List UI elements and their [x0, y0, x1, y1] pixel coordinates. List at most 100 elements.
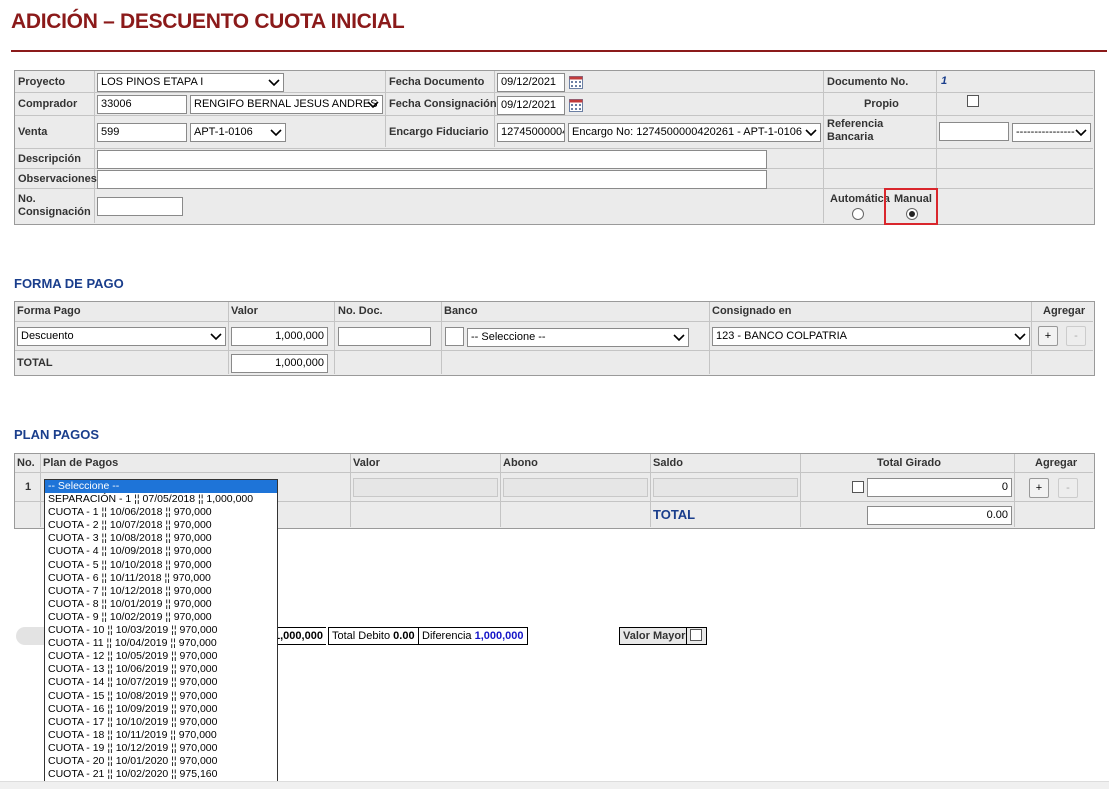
plan-valor-field	[353, 478, 498, 497]
grid-line	[94, 71, 95, 223]
chevron-down-icon	[367, 101, 379, 109]
col-consignado: Consignado en	[712, 305, 792, 317]
propio-checkbox[interactable]	[967, 95, 979, 107]
col-forma-pago: Forma Pago	[17, 305, 81, 317]
plan-total-label: TOTAL	[653, 507, 696, 522]
col-no-doc: No. Doc.	[338, 305, 383, 317]
grid-line	[228, 302, 229, 374]
grid-line	[800, 454, 801, 527]
col-banco: Banco	[444, 305, 478, 317]
row-number: 1	[25, 481, 32, 493]
consignado-select[interactable]: 123 - BANCO COLPATRIA	[712, 327, 1030, 346]
comprador-select[interactable]: RENGIFO BERNAL JESUS ANDRES	[190, 95, 383, 114]
calendar-icon[interactable]	[569, 75, 583, 89]
proyecto-select[interactable]: LOS PINOS ETAPA I	[97, 73, 284, 92]
col-no: No.	[17, 457, 35, 469]
dropdown-option[interactable]: CUOTA - 4 ¦¦ 10/09/2018 ¦¦ 970,000	[45, 545, 277, 558]
encargo-select[interactable]: Encargo No: 1274500000420261 - APT-1-010…	[568, 123, 821, 142]
proyecto-value: LOS PINOS ETAPA I	[101, 76, 204, 88]
remove-plan-button[interactable]: -	[1058, 478, 1078, 498]
banco-code-input[interactable]	[445, 327, 464, 346]
grid-line	[15, 472, 1093, 473]
documento-label: Documento No.	[827, 76, 909, 88]
referencia-select[interactable]: ----------------	[1012, 123, 1091, 142]
divider	[686, 627, 687, 645]
diferencia-value: 1,000,000	[474, 630, 524, 642]
total-credito: 1,000,000	[270, 627, 326, 645]
grid-line	[15, 148, 1093, 149]
encargo-input[interactable]: 1274500000420261	[497, 123, 565, 142]
comprador-id-input[interactable]: 33006	[97, 95, 187, 114]
dropdown-option[interactable]: CUOTA - 20 ¦¦ 10/01/2020 ¦¦ 970,000	[45, 755, 277, 768]
dropdown-option[interactable]: CUOTA - 21 ¦¦ 10/02/2020 ¦¦ 975,160	[45, 768, 277, 781]
dropdown-option[interactable]: CUOTA - 6 ¦¦ 10/11/2018 ¦¦ 970,000	[45, 572, 277, 585]
dropdown-option[interactable]: CUOTA - 7 ¦¦ 10/12/2018 ¦¦ 970,000	[45, 585, 277, 598]
fecha-documento-label: Fecha Documento	[389, 76, 485, 88]
dropdown-option[interactable]: CUOTA - 8 ¦¦ 10/01/2019 ¦¦ 970,000	[45, 598, 277, 611]
dropdown-option[interactable]: CUOTA - 11 ¦¦ 10/04/2019 ¦¦ 970,000	[45, 637, 277, 650]
venta-id-input[interactable]: 599	[97, 123, 187, 142]
grid-line	[334, 302, 335, 374]
banco-select[interactable]: -- Seleccione --	[467, 328, 689, 347]
dropdown-option[interactable]: CUOTA - 19 ¦¦ 10/12/2019 ¦¦ 970,000	[45, 742, 277, 755]
dropdown-option[interactable]: -- Seleccione --	[45, 480, 277, 494]
dropdown-option[interactable]: CUOTA - 16 ¦¦ 10/09/2019 ¦¦ 970,000	[45, 703, 277, 716]
col-agregar: Agregar	[1035, 457, 1078, 469]
total-debito-value: 0.00	[393, 630, 415, 642]
calendar-icon[interactable]	[569, 98, 583, 112]
col-valor: Valor	[231, 305, 258, 317]
remove-payment-button[interactable]: -	[1066, 326, 1086, 346]
grid-line	[385, 71, 386, 147]
valor-mayor-checkbox[interactable]	[690, 629, 702, 641]
dropdown-option[interactable]: CUOTA - 12 ¦¦ 10/05/2019 ¦¦ 970,000	[45, 650, 277, 663]
col-agregar: Agregar	[1043, 305, 1086, 317]
descripcion-input[interactable]	[97, 150, 767, 169]
comprador-name: RENGIFO BERNAL JESUS ANDRES	[194, 98, 378, 110]
dropdown-option[interactable]: CUOTA - 10 ¦¦ 10/03/2019 ¦¦ 970,000	[45, 624, 277, 637]
automatica-radio[interactable]	[852, 208, 864, 220]
dropdown-option[interactable]: CUOTA - 9 ¦¦ 10/02/2019 ¦¦ 970,000	[45, 611, 277, 624]
encargo-select-value: Encargo No: 1274500000420261 - APT-1-010…	[572, 126, 802, 138]
dropdown-option[interactable]: CUOTA - 15 ¦¦ 10/08/2019 ¦¦ 970,000	[45, 690, 277, 703]
add-payment-button[interactable]: +	[1038, 326, 1058, 346]
col-saldo: Saldo	[653, 457, 683, 469]
consignacion-input[interactable]	[97, 197, 183, 216]
plan-saldo-field	[653, 478, 798, 497]
diferencia-label: Diferencia	[422, 630, 472, 642]
total-girado-checkbox[interactable]	[852, 481, 864, 493]
dropdown-option[interactable]: CUOTA - 13 ¦¦ 10/06/2019 ¦¦ 970,000	[45, 663, 277, 676]
valor-input[interactable]: 1,000,000	[231, 327, 328, 346]
dropdown-option[interactable]: CUOTA - 1 ¦¦ 10/06/2018 ¦¦ 970,000	[45, 506, 277, 519]
grid-line	[650, 454, 651, 527]
referencia-input[interactable]	[939, 122, 1009, 141]
total-girado-input[interactable]: 0	[867, 478, 1012, 497]
fecha-documento-input[interactable]: 09/12/2021	[497, 73, 565, 92]
grid-line	[1014, 454, 1015, 527]
plan-abono-field	[503, 478, 648, 497]
consignacion-label: No. Consignación	[18, 193, 91, 218]
forma-pago-total: 1,000,000	[231, 354, 328, 373]
grid-line	[15, 92, 1093, 93]
plan-total-value: 0.00	[867, 506, 1012, 525]
add-plan-button[interactable]: +	[1029, 478, 1049, 498]
fecha-consignacion-input[interactable]: 09/12/2021	[497, 96, 565, 115]
dropdown-option[interactable]: CUOTA - 5 ¦¦ 10/10/2018 ¦¦ 970,000	[45, 559, 277, 572]
venta-apt-select[interactable]: APT-1-0106	[190, 123, 286, 142]
dropdown-option[interactable]: CUOTA - 2 ¦¦ 10/07/2018 ¦¦ 970,000	[45, 519, 277, 532]
dropdown-option[interactable]: CUOTA - 17 ¦¦ 10/10/2019 ¦¦ 970,000	[45, 716, 277, 729]
col-plan: Plan de Pagos	[43, 457, 119, 469]
forma-pago-select[interactable]: Descuento	[17, 327, 226, 346]
no-doc-input[interactable]	[338, 327, 431, 346]
dropdown-option[interactable]: CUOTA - 14 ¦¦ 10/07/2019 ¦¦ 970,000	[45, 676, 277, 689]
fecha-consignacion-label: Fecha Consignación	[389, 98, 497, 110]
venta-label: Venta	[18, 126, 48, 138]
dropdown-option[interactable]: SEPARACIÓN - 1 ¦¦ 07/05/2018 ¦¦ 1,000,00…	[45, 493, 277, 506]
dropdown-option[interactable]: CUOTA - 3 ¦¦ 10/08/2018 ¦¦ 970,000	[45, 532, 277, 545]
observaciones-input[interactable]	[97, 170, 767, 189]
plan-pagos-dropdown-list[interactable]: -- Seleccione -- SEPARACIÓN - 1 ¦¦ 07/05…	[44, 479, 278, 787]
manual-radio[interactable]	[906, 208, 918, 220]
total-debito: Total Debito 0.00	[328, 627, 419, 645]
consignado-value: 123 - BANCO COLPATRIA	[716, 330, 848, 342]
dropdown-option[interactable]: CUOTA - 18 ¦¦ 10/11/2019 ¦¦ 970,000	[45, 729, 277, 742]
descripcion-label: Descripción	[18, 153, 81, 165]
